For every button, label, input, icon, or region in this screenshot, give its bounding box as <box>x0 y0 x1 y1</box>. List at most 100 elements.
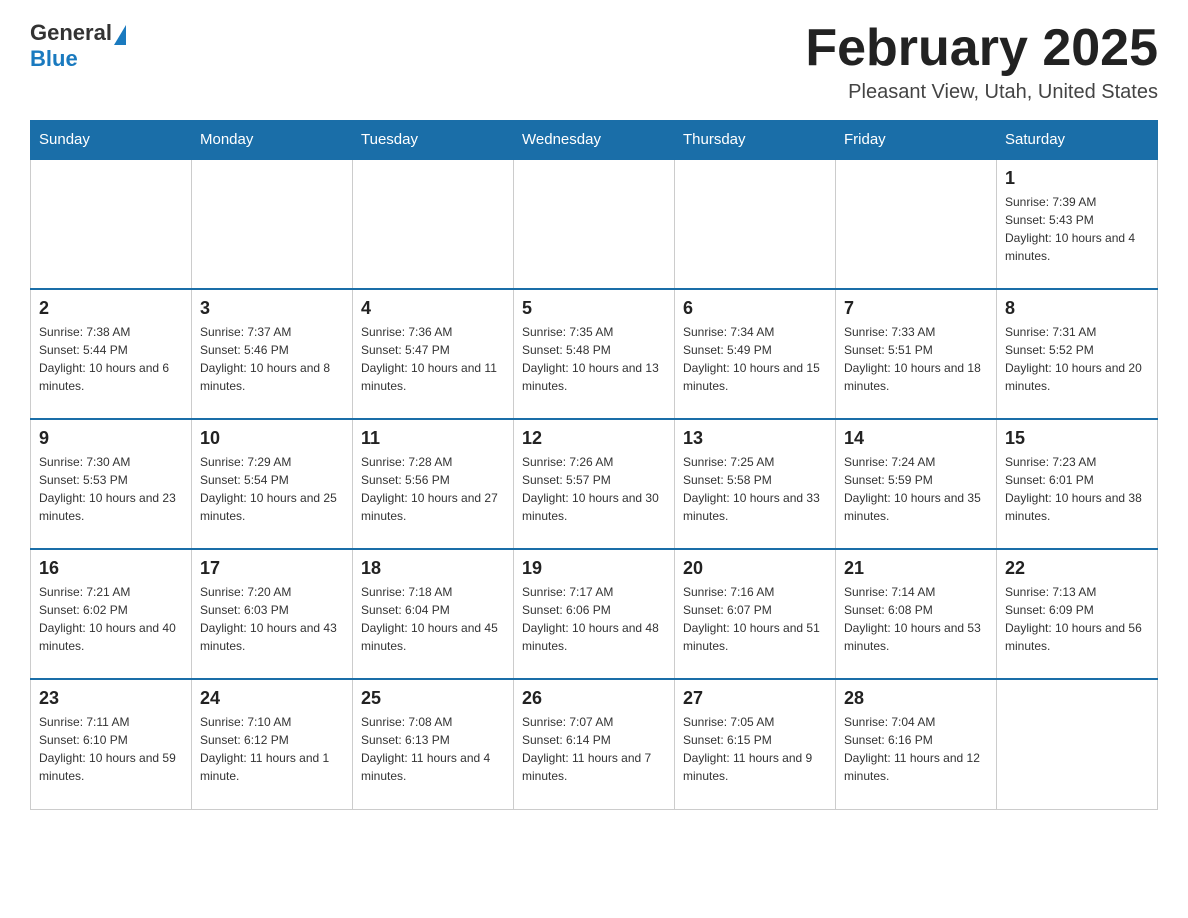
calendar-cell <box>31 159 192 289</box>
calendar-cell: 28 Sunrise: 7:04 AM Sunset: 6:16 PM Dayli… <box>836 679 997 809</box>
day-info: Sunrise: 7:24 AM Sunset: 5:59 PM Dayligh… <box>844 453 988 525</box>
column-header-sunday: Sunday <box>31 121 192 160</box>
day-info: Sunrise: 7:36 AM Sunset: 5:47 PM Dayligh… <box>361 323 505 395</box>
calendar-cell: 14 Sunrise: 7:24 AM Sunset: 5:59 PM Dayli… <box>836 419 997 549</box>
column-header-wednesday: Wednesday <box>514 121 675 160</box>
column-header-monday: Monday <box>192 121 353 160</box>
day-number: 19 <box>522 558 666 579</box>
calendar-cell <box>836 159 997 289</box>
calendar-cell: 21 Sunrise: 7:14 AM Sunset: 6:08 PM Dayli… <box>836 549 997 679</box>
day-info: Sunrise: 7:05 AM Sunset: 6:15 PM Dayligh… <box>683 713 827 785</box>
calendar-cell: 26Sunrise: 7:07 AM Sunset: 6:14 PM Dayli… <box>514 679 675 809</box>
week-row-2: 2Sunrise: 7:38 AM Sunset: 5:44 PM Daylig… <box>31 289 1158 419</box>
day-info: Sunrise: 7:04 AM Sunset: 6:16 PM Dayligh… <box>844 713 988 785</box>
calendar-body: 1 Sunrise: 7:39 AM Sunset: 5:43 PM Daylig… <box>31 159 1158 809</box>
calendar-cell: 27 Sunrise: 7:05 AM Sunset: 6:15 PM Dayli… <box>675 679 836 809</box>
day-info: Sunrise: 7:31 AM Sunset: 5:52 PM Dayligh… <box>1005 323 1149 395</box>
calendar-cell: 18 Sunrise: 7:18 AM Sunset: 6:04 PM Dayli… <box>353 549 514 679</box>
column-header-tuesday: Tuesday <box>353 121 514 160</box>
day-number: 13 <box>683 428 827 449</box>
day-info: Sunrise: 7:25 AM Sunset: 5:58 PM Dayligh… <box>683 453 827 525</box>
day-info: Sunrise: 7:38 AM Sunset: 5:44 PM Dayligh… <box>39 323 183 395</box>
day-info: Sunrise: 7:33 AM Sunset: 5:51 PM Dayligh… <box>844 323 988 395</box>
calendar-cell: 7 Sunrise: 7:33 AM Sunset: 5:51 PM Daylig… <box>836 289 997 419</box>
day-info: Sunrise: 7:39 AM Sunset: 5:43 PM Dayligh… <box>1005 193 1149 265</box>
calendar-cell: 12Sunrise: 7:26 AM Sunset: 5:57 PM Dayli… <box>514 419 675 549</box>
calendar-cell: 11 Sunrise: 7:28 AM Sunset: 5:56 PM Dayli… <box>353 419 514 549</box>
calendar-cell: 22 Sunrise: 7:13 AM Sunset: 6:09 PM Dayli… <box>997 549 1158 679</box>
day-number: 9 <box>39 428 183 449</box>
day-number: 20 <box>683 558 827 579</box>
day-info: Sunrise: 7:08 AM Sunset: 6:13 PM Dayligh… <box>361 713 505 785</box>
calendar-cell: 15 Sunrise: 7:23 AM Sunset: 6:01 PM Dayli… <box>997 419 1158 549</box>
column-header-saturday: Saturday <box>997 121 1158 160</box>
day-info: Sunrise: 7:30 AM Sunset: 5:53 PM Dayligh… <box>39 453 183 525</box>
calendar-cell: 9 Sunrise: 7:30 AM Sunset: 5:53 PM Daylig… <box>31 419 192 549</box>
day-number: 22 <box>1005 558 1149 579</box>
day-info: Sunrise: 7:20 AM Sunset: 6:03 PM Dayligh… <box>200 583 344 655</box>
day-number: 27 <box>683 688 827 709</box>
calendar-cell <box>997 679 1158 809</box>
day-info: Sunrise: 7:23 AM Sunset: 6:01 PM Dayligh… <box>1005 453 1149 525</box>
calendar-cell: 4 Sunrise: 7:36 AM Sunset: 5:47 PM Daylig… <box>353 289 514 419</box>
day-info: Sunrise: 7:35 AM Sunset: 5:48 PM Dayligh… <box>522 323 666 395</box>
day-number: 5 <box>522 298 666 319</box>
location: Pleasant View, Utah, United States <box>805 81 1158 104</box>
column-header-thursday: Thursday <box>675 121 836 160</box>
day-number: 21 <box>844 558 988 579</box>
month-title: February 2025 <box>805 20 1158 77</box>
calendar-cell: 23Sunrise: 7:11 AM Sunset: 6:10 PM Dayli… <box>31 679 192 809</box>
logo: General Blue <box>30 20 126 72</box>
day-number: 10 <box>200 428 344 449</box>
header-right: February 2025 Pleasant View, Utah, Unite… <box>805 20 1158 104</box>
calendar-cell: 25 Sunrise: 7:08 AM Sunset: 6:13 PM Dayli… <box>353 679 514 809</box>
day-info: Sunrise: 7:28 AM Sunset: 5:56 PM Dayligh… <box>361 453 505 525</box>
day-info: Sunrise: 7:10 AM Sunset: 6:12 PM Dayligh… <box>200 713 344 785</box>
day-number: 24 <box>200 688 344 709</box>
day-info: Sunrise: 7:21 AM Sunset: 6:02 PM Dayligh… <box>39 583 183 655</box>
calendar-cell: 24 Sunrise: 7:10 AM Sunset: 6:12 PM Dayli… <box>192 679 353 809</box>
day-info: Sunrise: 7:13 AM Sunset: 6:09 PM Dayligh… <box>1005 583 1149 655</box>
day-number: 14 <box>844 428 988 449</box>
week-row-4: 16 Sunrise: 7:21 AM Sunset: 6:02 PM Dayli… <box>31 549 1158 679</box>
day-number: 1 <box>1005 168 1149 189</box>
day-number: 6 <box>683 298 827 319</box>
week-row-5: 23Sunrise: 7:11 AM Sunset: 6:10 PM Dayli… <box>31 679 1158 809</box>
day-number: 8 <box>1005 298 1149 319</box>
logo-general-text: General <box>30 20 112 46</box>
day-info: Sunrise: 7:16 AM Sunset: 6:07 PM Dayligh… <box>683 583 827 655</box>
day-info: Sunrise: 7:34 AM Sunset: 5:49 PM Dayligh… <box>683 323 827 395</box>
day-number: 15 <box>1005 428 1149 449</box>
calendar-cell <box>675 159 836 289</box>
header-row: SundayMondayTuesdayWednesdayThursdayFrid… <box>31 121 1158 160</box>
day-info: Sunrise: 7:18 AM Sunset: 6:04 PM Dayligh… <box>361 583 505 655</box>
day-number: 7 <box>844 298 988 319</box>
day-info: Sunrise: 7:17 AM Sunset: 6:06 PM Dayligh… <box>522 583 666 655</box>
day-number: 16 <box>39 558 183 579</box>
calendar-cell: 17Sunrise: 7:20 AM Sunset: 6:03 PM Dayli… <box>192 549 353 679</box>
day-number: 25 <box>361 688 505 709</box>
week-row-3: 9 Sunrise: 7:30 AM Sunset: 5:53 PM Daylig… <box>31 419 1158 549</box>
day-info: Sunrise: 7:29 AM Sunset: 5:54 PM Dayligh… <box>200 453 344 525</box>
calendar-cell <box>192 159 353 289</box>
day-info: Sunrise: 7:11 AM Sunset: 6:10 PM Dayligh… <box>39 713 183 785</box>
calendar-cell: 13 Sunrise: 7:25 AM Sunset: 5:58 PM Dayli… <box>675 419 836 549</box>
calendar-cell: 19 Sunrise: 7:17 AM Sunset: 6:06 PM Dayli… <box>514 549 675 679</box>
day-info: Sunrise: 7:14 AM Sunset: 6:08 PM Dayligh… <box>844 583 988 655</box>
calendar-cell: 5 Sunrise: 7:35 AM Sunset: 5:48 PM Daylig… <box>514 289 675 419</box>
day-info: Sunrise: 7:37 AM Sunset: 5:46 PM Dayligh… <box>200 323 344 395</box>
calendar-table: SundayMondayTuesdayWednesdayThursdayFrid… <box>30 120 1158 810</box>
day-number: 18 <box>361 558 505 579</box>
calendar-cell: 2Sunrise: 7:38 AM Sunset: 5:44 PM Daylig… <box>31 289 192 419</box>
logo-blue-text: Blue <box>30 46 78 72</box>
day-number: 28 <box>844 688 988 709</box>
calendar-cell: 20 Sunrise: 7:16 AM Sunset: 6:07 PM Dayli… <box>675 549 836 679</box>
day-number: 4 <box>361 298 505 319</box>
calendar-cell: 16 Sunrise: 7:21 AM Sunset: 6:02 PM Dayli… <box>31 549 192 679</box>
calendar-cell: 3Sunrise: 7:37 AM Sunset: 5:46 PM Daylig… <box>192 289 353 419</box>
day-number: 11 <box>361 428 505 449</box>
calendar-cell: 6 Sunrise: 7:34 AM Sunset: 5:49 PM Daylig… <box>675 289 836 419</box>
calendar-cell <box>514 159 675 289</box>
calendar-cell <box>353 159 514 289</box>
page-header: General Blue February 2025 Pleasant View… <box>30 20 1158 104</box>
